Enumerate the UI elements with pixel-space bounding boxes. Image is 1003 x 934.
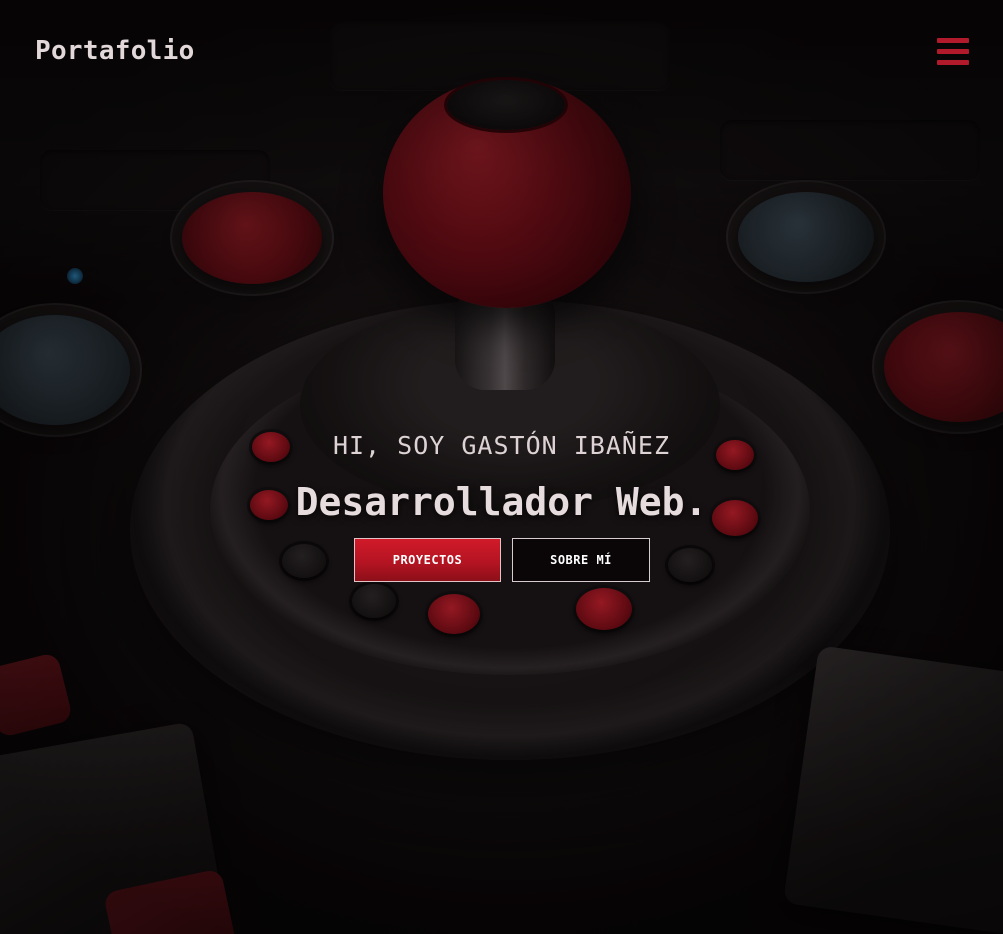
hero-section: HI, SOY GASTÓN IBAÑEZ Desarrollador Web.… xyxy=(0,420,1003,582)
menu-bar xyxy=(937,60,969,65)
about-me-button[interactable]: SOBRE MÍ xyxy=(512,538,650,582)
hero-greeting: HI, SOY GASTÓN IBAÑEZ xyxy=(332,431,671,460)
brand-logo[interactable]: Portafolio xyxy=(35,36,195,66)
hamburger-menu-icon[interactable] xyxy=(937,38,969,66)
projects-button[interactable]: PROYECTOS xyxy=(354,538,501,582)
menu-bar xyxy=(937,38,969,43)
menu-bar xyxy=(937,49,969,54)
navbar: Portafolio xyxy=(0,0,1003,100)
hero-buttons: PROYECTOS SOBRE MÍ xyxy=(354,538,654,584)
hero-headline: Desarrollador Web. xyxy=(295,480,708,524)
